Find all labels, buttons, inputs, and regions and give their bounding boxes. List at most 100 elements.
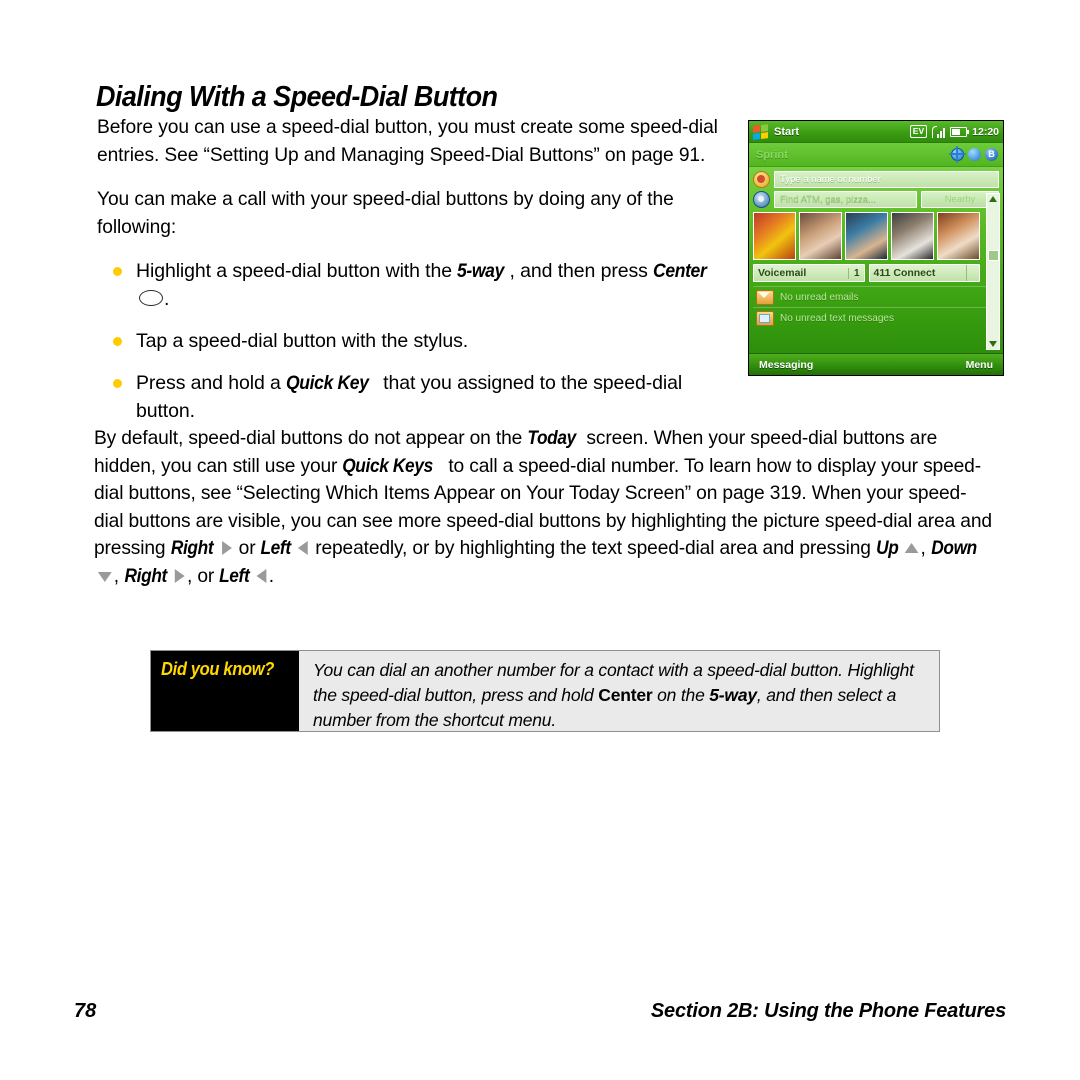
body-column: By default, speed-dial buttons do not ap… (94, 425, 1009, 590)
intro-paragraph-1: Before you can use a speed-dial button, … (97, 116, 718, 166)
did-you-know-callout: Did you know? You can dial an another nu… (150, 650, 940, 732)
emphasis-left-1: Left (260, 537, 292, 559)
softkey-menu[interactable]: Menu (966, 359, 993, 371)
contact-search-row: Type a name or number (753, 171, 999, 188)
callout-line-2e: , and (756, 685, 795, 705)
body-seg-9: . (268, 564, 274, 587)
scrollbar-thumb[interactable] (987, 250, 999, 261)
callout-center-emphasis: Center (598, 685, 653, 705)
bullet-text-mid: , and then press (509, 260, 654, 282)
document-page: Dialing With a Speed-Dial Button Before … (0, 0, 1080, 1080)
emphasis-left-2: Left (219, 564, 250, 587)
411-connect-speed-dial-button[interactable]: 411 Connect (868, 264, 980, 282)
device-screenshot: Start EV 12:20 Sprint Type a name or num… (748, 120, 1004, 376)
page-title: Dialing With a Speed-Dial Button (96, 81, 498, 114)
arrow-right-icon (175, 568, 185, 583)
body-paragraph: By default, speed-dial buttons do not ap… (94, 425, 995, 590)
voicemail-count-badge: 1 (847, 267, 860, 279)
contacts-icon[interactable] (753, 171, 770, 188)
battery-icon[interactable] (950, 126, 970, 137)
scroll-up-icon[interactable] (989, 196, 997, 202)
arrow-down-icon (97, 571, 112, 582)
arrow-right-icon (221, 541, 232, 555)
emphasis-right-2: Right (124, 564, 167, 587)
list-item: Highlight a speed-dial button with the 5… (97, 257, 733, 313)
callout-body: You can dial an another number for a con… (299, 651, 939, 731)
voicemail-speed-dial-button[interactable]: Voicemail 1 (753, 264, 865, 282)
device-softkey-bar: Messaging Menu (749, 353, 1003, 375)
email-status-row[interactable]: No unread emails (753, 286, 999, 307)
sms-status-label: No unread text messages (780, 312, 894, 324)
emphasis-down: Down (930, 537, 977, 559)
clock-label[interactable]: 12:20 (972, 126, 999, 138)
bullet-text-pre: Press and hold a (136, 372, 287, 394)
carrier-name-label: Sprint (756, 148, 788, 161)
signal-bars-icon[interactable] (932, 125, 946, 138)
bullet-dot-icon (113, 337, 122, 346)
footer-section-title: Section 2B: Using the Phone Features (650, 1000, 1006, 1022)
emphasis-right-1: Right (170, 537, 214, 559)
emphasis-up: Up (875, 537, 899, 559)
name-or-number-input[interactable]: Type a name or number (774, 171, 999, 188)
body-seg-5: repeatedly, or by highlighting the text … (310, 537, 876, 559)
intro-paragraph-2: You can make a call with your speed-dial… (97, 188, 674, 238)
center-button-icon (139, 290, 163, 306)
voice-command-icon[interactable] (968, 148, 981, 161)
callout-label: Did you know? (151, 651, 299, 731)
callout-5way-emphasis: 5-way (709, 685, 757, 705)
intro-column: Before you can use a speed-dial button, … (97, 113, 733, 439)
sms-status-row[interactable]: No unread text messages (753, 307, 999, 328)
local-search-input[interactable]: Find ATM, gas, pizza... (774, 191, 917, 208)
search-icon[interactable] (753, 191, 770, 208)
list-item: Press and hold a Quick Key that you assi… (97, 369, 733, 425)
bullet-dot-icon (113, 267, 122, 276)
411-connect-label: 411 Connect (873, 267, 936, 279)
body-seg-6: , (920, 537, 931, 559)
windows-logo-icon[interactable] (753, 123, 768, 140)
callout-line-1: You can dial an another number for a con… (313, 660, 843, 680)
softkey-messaging[interactable]: Messaging (759, 359, 813, 371)
voicemail-label: Voicemail (758, 267, 807, 279)
body-seg-4: or (233, 537, 261, 559)
local-search-row: Find ATM, gas, pizza... Nearby (753, 191, 999, 208)
photo-speed-dial-strip (753, 212, 999, 260)
methods-list: Highlight a speed-dial button with the 5… (97, 257, 733, 425)
body-seg-1: By default, speed-dial buttons do not ap… (94, 427, 528, 449)
photo-speed-dial-2[interactable] (799, 212, 842, 260)
bullet-text-pre: Tap a speed-dial button with the stylus. (136, 330, 469, 352)
device-scrollbar[interactable] (986, 193, 1000, 350)
bullet-emphasis-center: Center (653, 260, 707, 282)
body-seg-7: , (113, 564, 125, 587)
arrow-left-icon (256, 568, 267, 583)
bullet-text-pre: Highlight a speed-dial button with the (136, 260, 458, 282)
globe-icon[interactable] (949, 146, 966, 163)
bullet-text-post: . (164, 288, 170, 310)
photo-speed-dial-3[interactable] (845, 212, 888, 260)
emphasis-today: Today (527, 427, 576, 449)
bullet-dot-icon (113, 379, 122, 388)
footer-page-number: 78 (74, 1000, 97, 1022)
email-icon (756, 289, 774, 305)
scroll-down-icon[interactable] (989, 341, 997, 347)
sms-icon (756, 310, 774, 326)
photo-speed-dial-1[interactable] (753, 212, 796, 260)
411-connect-divider (966, 265, 975, 281)
device-today-screen: Type a name or number Find ATM, gas, piz… (749, 167, 1003, 353)
photo-speed-dial-4[interactable] (891, 212, 934, 260)
bluetooth-icon[interactable] (985, 148, 998, 161)
photo-speed-dial-5[interactable] (937, 212, 980, 260)
callout-label-text: Did you know? (161, 659, 274, 679)
list-item: Tap a speed-dial button with the stylus. (97, 327, 733, 355)
status-indicators: EV 12:20 (909, 125, 999, 138)
device-carrier-bar: Sprint (749, 143, 1003, 167)
emphasis-quickkeys: Quick Keys (342, 454, 434, 477)
email-status-label: No unread emails (780, 291, 859, 303)
bullet-emphasis-5way: 5-way (457, 260, 505, 282)
body-seg-8: , or (186, 564, 220, 587)
callout-line-2c: on the (652, 685, 710, 705)
network-ev-icon[interactable]: EV (909, 125, 928, 138)
device-status-bar: Start EV 12:20 (749, 121, 1003, 143)
carrier-icon-group (949, 146, 998, 163)
arrow-up-icon (904, 543, 919, 553)
start-menu-label[interactable]: Start (774, 126, 799, 138)
